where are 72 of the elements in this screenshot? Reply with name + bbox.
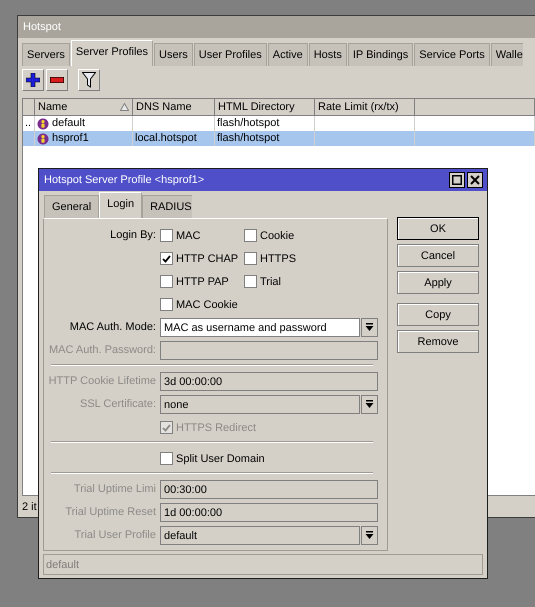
table-cell: flash/hotspot — [217, 131, 280, 146]
checkbox[interactable] — [244, 252, 257, 265]
tab[interactable]: Servers — [22, 43, 70, 66]
checkbox[interactable] — [160, 275, 173, 288]
tab[interactable]: Server Profiles — [70, 40, 154, 66]
table-row[interactable]: .. default flash/hotspot — [23, 116, 535, 131]
tab[interactable]: Hosts — [308, 43, 347, 66]
table-cell: hsprof1 — [52, 131, 89, 146]
checkbox-label: MAC Cookie — [176, 298, 238, 310]
dialog-button[interactable]: OK — [397, 217, 479, 240]
add-icon — [26, 73, 40, 87]
close-button[interactable] — [467, 172, 483, 188]
checkbox-label: Split User Domain — [176, 452, 265, 464]
field-label: MAC Auth. Mode: — [68, 320, 156, 335]
window-title: Hotspot — [23, 21, 61, 33]
tab[interactable]: RADIUS — [142, 195, 192, 218]
checkbox[interactable] — [244, 275, 257, 288]
field-label: HTTP Cookie Lifetime — [48, 374, 156, 389]
field-label: Trial Uptime Reset — [64, 505, 156, 520]
dialog-button[interactable]: Apply — [397, 271, 479, 294]
checkbox-label: HTTP PAP — [176, 276, 229, 288]
tab[interactable]: Service Ports — [414, 43, 490, 66]
checkbox-label: HTTPS Redirect — [176, 422, 256, 434]
dropdown-arrow-icon — [365, 400, 374, 409]
field-label: SSL Certificate: — [78, 397, 156, 412]
dialog-button[interactable]: Cancel — [397, 244, 479, 267]
checkbox[interactable] — [160, 298, 173, 311]
dropdown-button[interactable] — [361, 318, 378, 337]
tab[interactable]: Users — [154, 43, 193, 66]
field-label: Trial Uptime Limi — [72, 482, 156, 497]
dropdown-button[interactable] — [361, 526, 378, 545]
dropdown-field[interactable]: MAC as username and password — [160, 318, 360, 337]
table-row[interactable]: hsprof1 local.hotspot flash/hotspot — [23, 131, 535, 146]
filter-button[interactable] — [78, 69, 100, 91]
checkbox[interactable] — [244, 229, 257, 242]
row-marker-text: .. — [25, 116, 32, 131]
dropdown-arrow-icon — [365, 531, 374, 540]
checkbox[interactable] — [160, 229, 173, 242]
checkbox[interactable] — [160, 252, 173, 265]
table-cell: flash/hotspot — [217, 116, 280, 131]
tab[interactable]: General — [44, 195, 100, 218]
add-button[interactable] — [22, 69, 44, 91]
maximize-button[interactable] — [449, 172, 465, 188]
dropdown-arrow-icon — [365, 323, 374, 332]
tab[interactable]: IP Bindings — [348, 43, 414, 66]
input-field[interactable] — [160, 341, 378, 360]
profile-icon — [37, 132, 49, 144]
remove-icon — [50, 77, 64, 83]
dialog-button[interactable]: Copy — [397, 303, 479, 326]
field-label: Login By: — [109, 228, 156, 243]
checkbox[interactable] — [160, 452, 173, 465]
checkbox-label: Cookie — [260, 230, 294, 242]
field-label: Trial User Profile — [74, 528, 156, 543]
remove-button[interactable] — [46, 69, 68, 91]
status-text: 2 it — [22, 500, 37, 512]
tab[interactable]: User Profiles — [194, 43, 267, 66]
dropdown-button[interactable] — [361, 395, 378, 414]
checkbox-label: HTTPS — [260, 252, 296, 264]
table-cell: local.hotspot — [135, 131, 197, 146]
dialog-title: Hotspot Server Profile <hsprof1> — [44, 174, 204, 186]
field-label: MAC Auth. Password: — [48, 343, 156, 358]
tab[interactable]: Login — [99, 192, 142, 218]
profile-icon — [37, 118, 49, 130]
tab[interactable]: Walle — [490, 43, 523, 66]
checkbox-label: Trial — [260, 276, 281, 288]
dialog-button[interactable]: Remove — [397, 330, 479, 353]
tab[interactable]: Active — [268, 43, 308, 66]
table-cell: default — [52, 116, 86, 131]
checkbox-label: HTTP CHAP — [176, 252, 238, 264]
filter-icon — [82, 72, 96, 88]
status-text: default — [46, 558, 80, 570]
checkbox-label: MAC — [176, 230, 200, 242]
